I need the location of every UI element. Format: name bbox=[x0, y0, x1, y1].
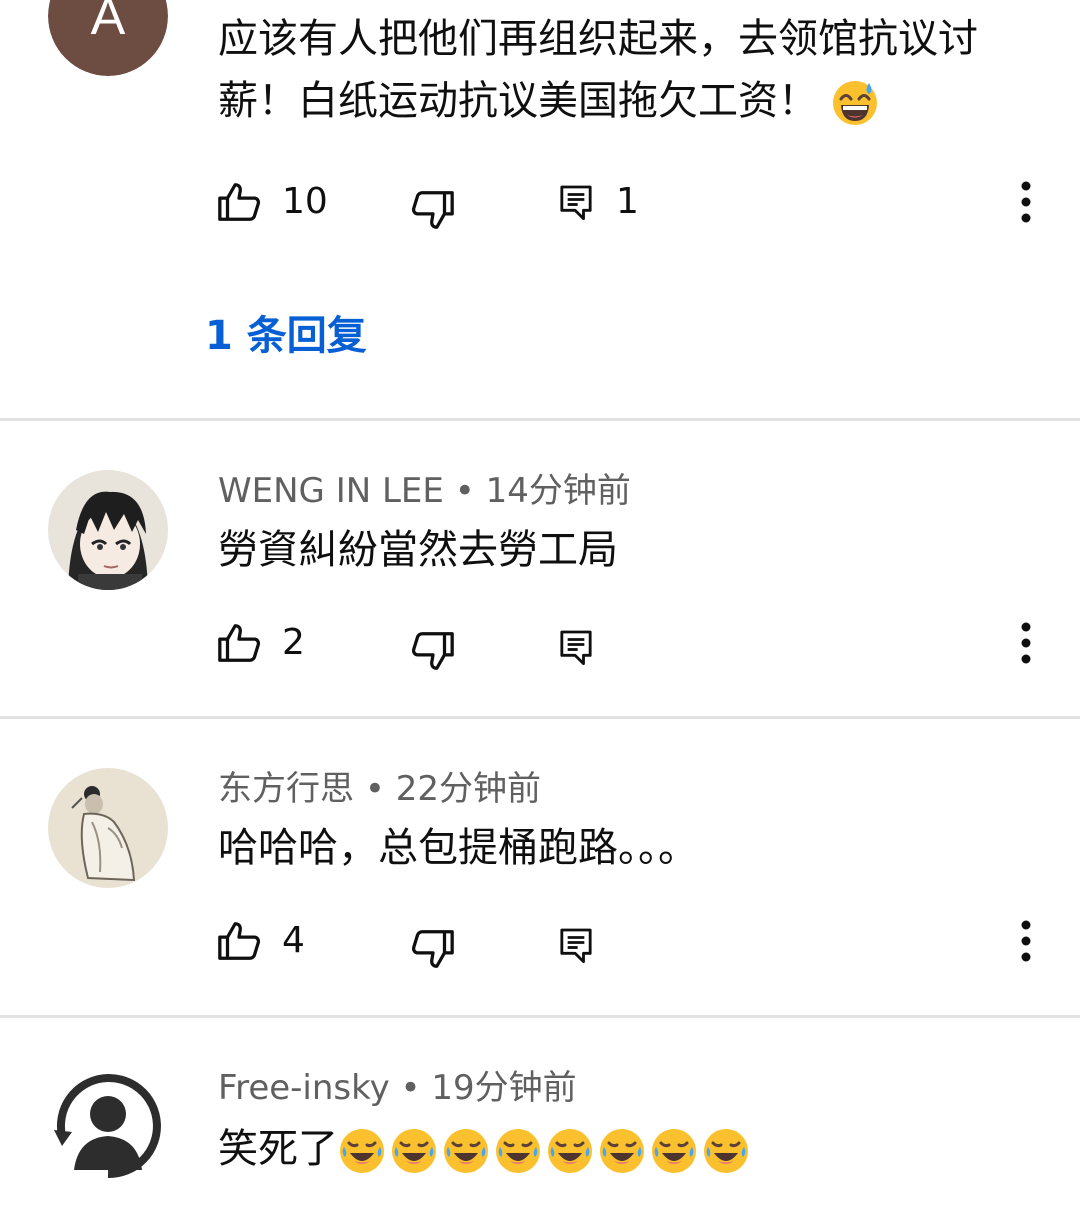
comment-meta: Free-insky • 19分钟前 bbox=[218, 1068, 577, 1108]
comment-actions: 2 bbox=[0, 613, 1080, 673]
reply-button[interactable] bbox=[556, 915, 596, 975]
reply-count: 1 bbox=[616, 181, 639, 222]
ink-painting-avatar-icon bbox=[48, 768, 168, 888]
thumbs-up-icon bbox=[216, 620, 262, 666]
avatar[interactable] bbox=[48, 470, 168, 590]
more-vert-icon[interactable] bbox=[1006, 172, 1046, 232]
svg-text:A: A bbox=[91, 0, 126, 46]
comment-actions: 10 1 bbox=[0, 172, 1080, 232]
rolling-laughing-emoji-icon bbox=[598, 1127, 646, 1175]
comment-thread: Free-insky • 19分钟前 笑死了 bbox=[0, 1018, 1080, 1208]
comment-meta: 东方行思 • 22分钟前 bbox=[218, 769, 541, 809]
avatar[interactable] bbox=[48, 1066, 168, 1186]
like-count: 4 bbox=[282, 920, 305, 961]
reply-button[interactable] bbox=[556, 617, 596, 677]
thumbs-down-icon bbox=[410, 187, 456, 233]
comment-thread: A 应该有人把他们再组织起来，去领馆抗议讨 薪！白纸运动抗议美国拖欠工资！ 10… bbox=[0, 0, 1080, 420]
separator-dot: • bbox=[364, 769, 385, 809]
author-name[interactable]: WENG IN LEE bbox=[218, 471, 444, 511]
avatar-letter-icon: A bbox=[48, 0, 168, 76]
dislike-button[interactable] bbox=[410, 180, 456, 240]
thumbs-down-icon bbox=[410, 926, 456, 972]
reply-button[interactable]: 1 bbox=[556, 172, 639, 232]
comment-icon bbox=[556, 925, 596, 965]
comment-icon bbox=[556, 627, 596, 667]
emoji-row bbox=[338, 1126, 754, 1172]
rolling-laughing-emoji-icon bbox=[650, 1127, 698, 1175]
comment-time: 14分钟前 bbox=[485, 471, 631, 511]
grinning-sweat-emoji-icon bbox=[831, 79, 879, 127]
dislike-button[interactable] bbox=[410, 621, 456, 681]
rolling-laughing-emoji-icon bbox=[390, 1127, 438, 1175]
view-replies-link[interactable]: 1 条回复 bbox=[205, 310, 367, 362]
author-name[interactable]: 东方行思 bbox=[218, 769, 354, 809]
comment-text: 笑死了 bbox=[218, 1118, 754, 1180]
rolling-laughing-emoji-icon bbox=[546, 1127, 594, 1175]
thumbs-down-icon bbox=[410, 628, 456, 674]
thumbs-up-icon bbox=[216, 179, 262, 225]
comment-thread: WENG IN LEE • 14分钟前 勞資糾紛當然去勞工局 2 bbox=[0, 421, 1080, 717]
like-button[interactable]: 10 bbox=[216, 172, 328, 232]
comment-text: 哈哈哈，总包提桶跑路。。。 bbox=[218, 825, 698, 871]
rolling-laughing-emoji-icon bbox=[442, 1127, 490, 1175]
anime-character-avatar-icon bbox=[48, 470, 168, 590]
comment-actions: 4 bbox=[0, 911, 1080, 971]
like-count: 2 bbox=[282, 622, 305, 663]
like-count: 10 bbox=[282, 181, 328, 222]
comment-thread: 东方行思 • 22分钟前 哈哈哈，总包提桶跑路。。。 4 bbox=[0, 719, 1080, 1015]
comment-text-line: 应该有人把他们再组织起来，去领馆抗议讨 bbox=[218, 16, 978, 62]
comment-text-content: 笑死了 bbox=[218, 1126, 338, 1172]
default-person-avatar-icon bbox=[48, 1066, 168, 1186]
separator-dot: • bbox=[400, 1068, 421, 1108]
more-vert-icon[interactable] bbox=[1006, 613, 1046, 673]
thumbs-up-icon bbox=[216, 918, 262, 964]
rolling-laughing-emoji-icon bbox=[338, 1127, 386, 1175]
avatar[interactable] bbox=[48, 768, 168, 888]
avatar[interactable]: A bbox=[48, 0, 168, 76]
rolling-laughing-emoji-icon bbox=[494, 1127, 542, 1175]
comment-text: 应该有人把他们再组织起来，去领馆抗议讨 薪！白纸运动抗议美国拖欠工资！ bbox=[218, 8, 978, 132]
rolling-laughing-emoji-icon bbox=[702, 1127, 750, 1175]
comment-time: 19分钟前 bbox=[431, 1068, 577, 1108]
like-button[interactable]: 4 bbox=[216, 911, 305, 971]
dislike-button[interactable] bbox=[410, 919, 456, 979]
more-vert-icon[interactable] bbox=[1006, 911, 1046, 971]
comment-text: 勞資糾紛當然去勞工局 bbox=[218, 527, 618, 573]
like-button[interactable]: 2 bbox=[216, 613, 305, 673]
comment-icon bbox=[556, 182, 596, 222]
comment-meta: WENG IN LEE • 14分钟前 bbox=[218, 471, 631, 511]
comment-text-line: 薪！白纸运动抗议美国拖欠工资！ bbox=[218, 70, 978, 132]
separator-dot: • bbox=[454, 471, 475, 511]
comment-time: 22分钟前 bbox=[395, 769, 541, 809]
author-name[interactable]: Free-insky bbox=[218, 1068, 390, 1108]
